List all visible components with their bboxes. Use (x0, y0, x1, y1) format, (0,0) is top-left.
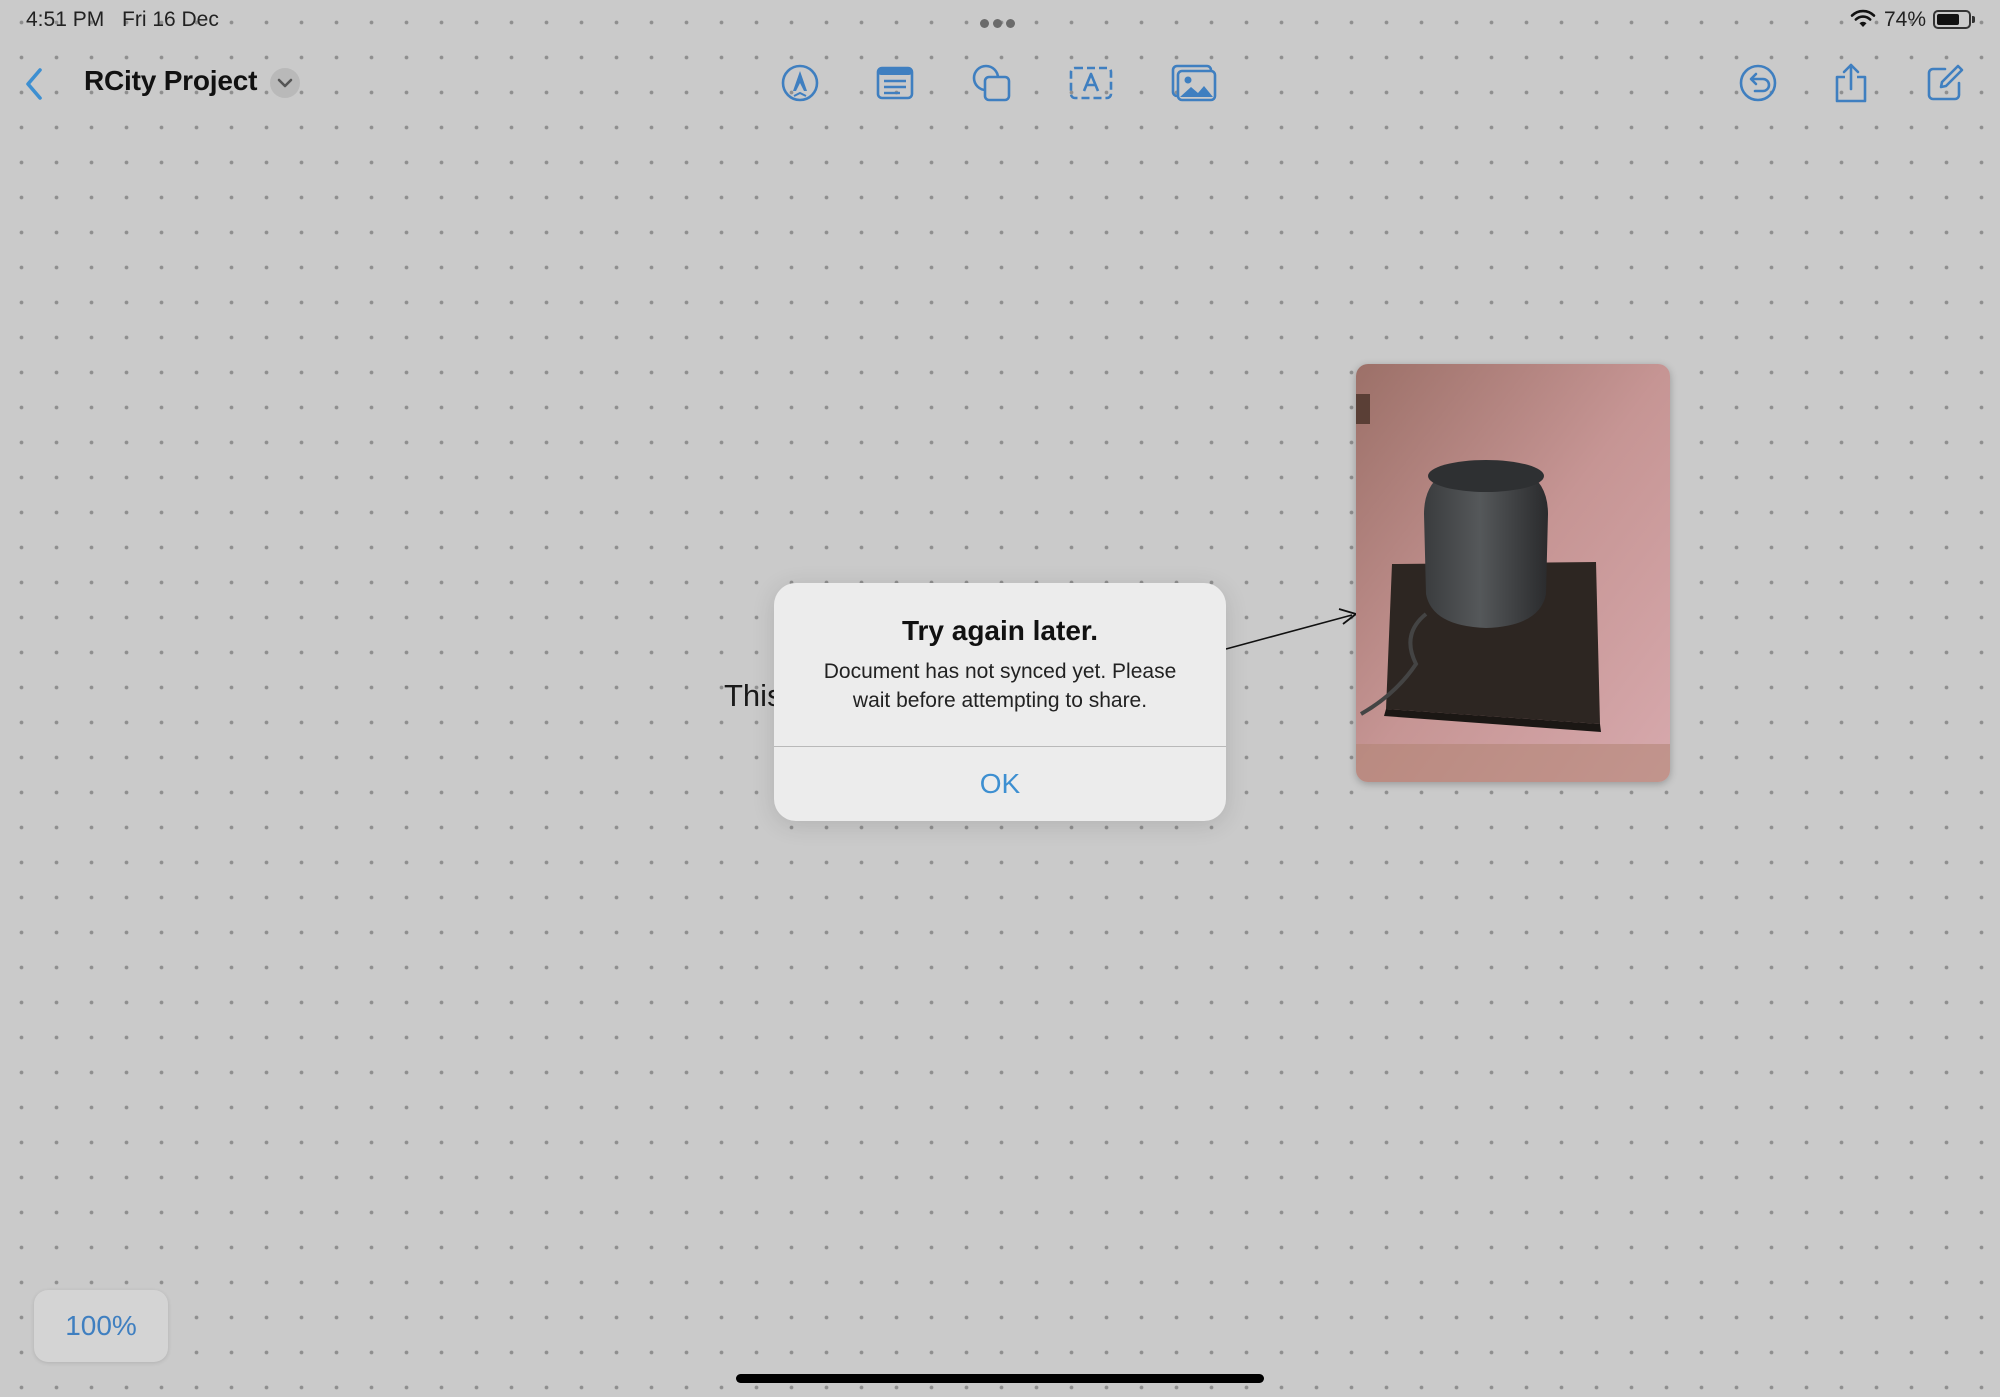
share-icon (1835, 63, 1867, 103)
title-chevron-icon (277, 78, 293, 88)
text-box-icon (1069, 66, 1113, 100)
photo-icon (1171, 64, 1217, 102)
text-box-button[interactable] (1066, 60, 1116, 106)
alert-dialog: Try again later. Document has not synced… (774, 583, 1226, 821)
status-date: Fri 16 Dec (122, 8, 219, 31)
shapes-icon (972, 64, 1011, 102)
home-indicator[interactable] (736, 1374, 1264, 1383)
wifi-icon (1850, 9, 1876, 27)
pen-tool-icon (781, 64, 819, 102)
back-button[interactable] (14, 62, 54, 106)
undo-icon (1739, 64, 1777, 102)
back-chevron-icon (26, 68, 42, 100)
sticky-note-button[interactable] (870, 60, 920, 106)
battery-percent: 74% (1884, 8, 1927, 31)
share-button[interactable] (1826, 60, 1876, 106)
title-menu-button[interactable] (270, 68, 300, 98)
battery-icon (1933, 10, 1971, 29)
homepod-photo[interactable] (1356, 364, 1670, 782)
shapes-button[interactable] (967, 60, 1017, 106)
homepod-photo-image (1356, 364, 1670, 782)
ok-button[interactable]: OK (774, 747, 1226, 821)
sticky-note-icon (876, 66, 914, 100)
alert-message: Document has not synced yet. Please wait… (823, 660, 1177, 712)
document-title[interactable]: RCity Project (84, 65, 257, 97)
alert-title: Try again later. (901, 615, 1099, 646)
compose-icon (1927, 64, 1964, 101)
undo-button[interactable] (1733, 60, 1783, 106)
photo-button[interactable] (1169, 60, 1219, 106)
status-time: 4:51 PM (26, 8, 105, 31)
pen-tool-button[interactable] (775, 60, 825, 106)
multitask-dots-icon[interactable] (980, 15, 1020, 28)
compose-button[interactable] (1920, 60, 1970, 106)
zoom-level-button[interactable]: 100% (34, 1290, 168, 1362)
toolbar: RCity Project (0, 50, 2000, 116)
battery-cap (1972, 16, 1975, 23)
status-bar: 4:51 PM Fri 16 Dec 74% (0, 0, 2000, 40)
